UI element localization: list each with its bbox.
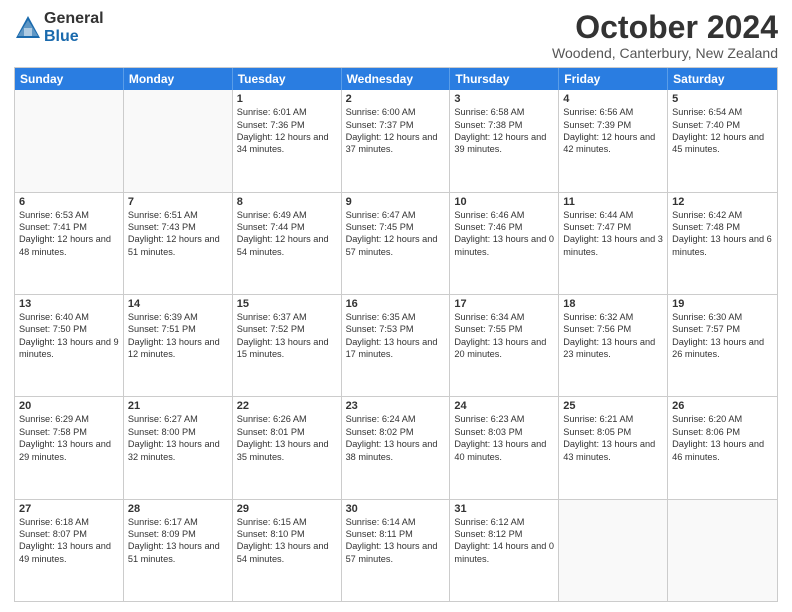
month-title: October 2024	[552, 10, 778, 45]
table-row: 25Sunrise: 6:21 AMSunset: 8:05 PMDayligh…	[559, 397, 668, 498]
page: General Blue October 2024 Woodend, Cante…	[0, 0, 792, 612]
title-area: October 2024 Woodend, Canterbury, New Ze…	[552, 10, 778, 61]
table-row: 11Sunrise: 6:44 AMSunset: 7:47 PMDayligh…	[559, 193, 668, 294]
table-row: 22Sunrise: 6:26 AMSunset: 8:01 PMDayligh…	[233, 397, 342, 498]
header-sunday: Sunday	[15, 68, 124, 90]
location: Woodend, Canterbury, New Zealand	[552, 45, 778, 61]
calendar-body: 1Sunrise: 6:01 AMSunset: 7:36 PMDaylight…	[15, 90, 777, 601]
table-row: 16Sunrise: 6:35 AMSunset: 7:53 PMDayligh…	[342, 295, 451, 396]
logo: General Blue	[14, 10, 104, 45]
table-row: 17Sunrise: 6:34 AMSunset: 7:55 PMDayligh…	[450, 295, 559, 396]
logo-blue: Blue	[44, 28, 104, 46]
table-row: 18Sunrise: 6:32 AMSunset: 7:56 PMDayligh…	[559, 295, 668, 396]
table-row: 7Sunrise: 6:51 AMSunset: 7:43 PMDaylight…	[124, 193, 233, 294]
table-row	[668, 500, 777, 601]
table-row	[15, 90, 124, 191]
table-row: 5Sunrise: 6:54 AMSunset: 7:40 PMDaylight…	[668, 90, 777, 191]
table-row: 13Sunrise: 6:40 AMSunset: 7:50 PMDayligh…	[15, 295, 124, 396]
table-row: 21Sunrise: 6:27 AMSunset: 8:00 PMDayligh…	[124, 397, 233, 498]
logo-icon	[14, 14, 42, 42]
header-tuesday: Tuesday	[233, 68, 342, 90]
table-row: 20Sunrise: 6:29 AMSunset: 7:58 PMDayligh…	[15, 397, 124, 498]
table-row: 23Sunrise: 6:24 AMSunset: 8:02 PMDayligh…	[342, 397, 451, 498]
calendar: Sunday Monday Tuesday Wednesday Thursday…	[14, 67, 778, 602]
table-row: 3Sunrise: 6:58 AMSunset: 7:38 PMDaylight…	[450, 90, 559, 191]
table-row: 19Sunrise: 6:30 AMSunset: 7:57 PMDayligh…	[668, 295, 777, 396]
week-row-1: 6Sunrise: 6:53 AMSunset: 7:41 PMDaylight…	[15, 193, 777, 295]
table-row: 10Sunrise: 6:46 AMSunset: 7:46 PMDayligh…	[450, 193, 559, 294]
calendar-header-row: Sunday Monday Tuesday Wednesday Thursday…	[15, 68, 777, 90]
table-row: 6Sunrise: 6:53 AMSunset: 7:41 PMDaylight…	[15, 193, 124, 294]
week-row-0: 1Sunrise: 6:01 AMSunset: 7:36 PMDaylight…	[15, 90, 777, 192]
logo-general: General	[44, 10, 104, 28]
table-row: 14Sunrise: 6:39 AMSunset: 7:51 PMDayligh…	[124, 295, 233, 396]
header-thursday: Thursday	[450, 68, 559, 90]
table-row: 12Sunrise: 6:42 AMSunset: 7:48 PMDayligh…	[668, 193, 777, 294]
header-wednesday: Wednesday	[342, 68, 451, 90]
table-row: 8Sunrise: 6:49 AMSunset: 7:44 PMDaylight…	[233, 193, 342, 294]
table-row: 29Sunrise: 6:15 AMSunset: 8:10 PMDayligh…	[233, 500, 342, 601]
table-row: 31Sunrise: 6:12 AMSunset: 8:12 PMDayligh…	[450, 500, 559, 601]
table-row: 4Sunrise: 6:56 AMSunset: 7:39 PMDaylight…	[559, 90, 668, 191]
table-row: 30Sunrise: 6:14 AMSunset: 8:11 PMDayligh…	[342, 500, 451, 601]
table-row: 9Sunrise: 6:47 AMSunset: 7:45 PMDaylight…	[342, 193, 451, 294]
table-row	[559, 500, 668, 601]
header: General Blue October 2024 Woodend, Cante…	[14, 10, 778, 61]
table-row: 24Sunrise: 6:23 AMSunset: 8:03 PMDayligh…	[450, 397, 559, 498]
table-row: 28Sunrise: 6:17 AMSunset: 8:09 PMDayligh…	[124, 500, 233, 601]
logo-text: General Blue	[44, 10, 104, 45]
week-row-3: 20Sunrise: 6:29 AMSunset: 7:58 PMDayligh…	[15, 397, 777, 499]
table-row: 1Sunrise: 6:01 AMSunset: 7:36 PMDaylight…	[233, 90, 342, 191]
table-row: 27Sunrise: 6:18 AMSunset: 8:07 PMDayligh…	[15, 500, 124, 601]
table-row	[124, 90, 233, 191]
header-monday: Monday	[124, 68, 233, 90]
week-row-4: 27Sunrise: 6:18 AMSunset: 8:07 PMDayligh…	[15, 500, 777, 601]
header-saturday: Saturday	[668, 68, 777, 90]
table-row: 26Sunrise: 6:20 AMSunset: 8:06 PMDayligh…	[668, 397, 777, 498]
table-row: 2Sunrise: 6:00 AMSunset: 7:37 PMDaylight…	[342, 90, 451, 191]
table-row: 15Sunrise: 6:37 AMSunset: 7:52 PMDayligh…	[233, 295, 342, 396]
week-row-2: 13Sunrise: 6:40 AMSunset: 7:50 PMDayligh…	[15, 295, 777, 397]
header-friday: Friday	[559, 68, 668, 90]
